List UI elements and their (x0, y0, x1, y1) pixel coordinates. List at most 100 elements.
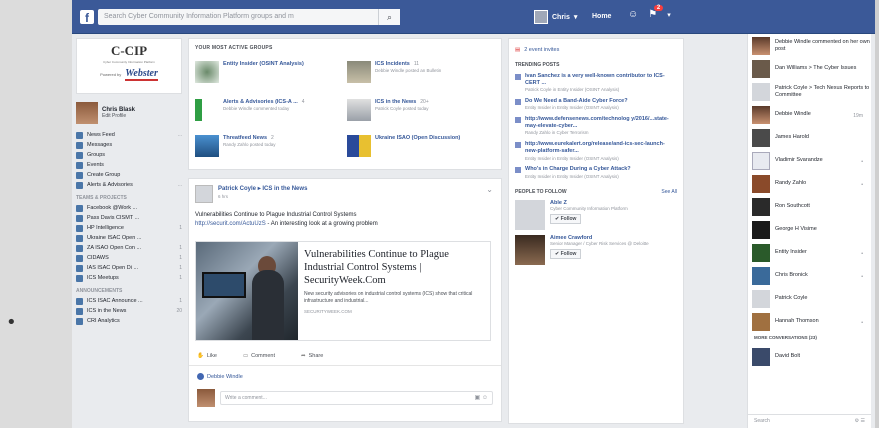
nav-item-team[interactable]: ZA ISAO Open Con ... 1 (76, 243, 182, 253)
post-inline-link[interactable]: http://securit.com/ActuUzS (195, 221, 266, 227)
nav-item-team[interactable]: Pass Davis CISMT ... (76, 213, 182, 223)
nav-item-create-group[interactable]: Create Group (76, 170, 182, 180)
settings-chevron-icon[interactable]: ▾ (667, 11, 671, 20)
search-icon[interactable]: ⌕ (378, 9, 400, 25)
group-card[interactable]: Entity Insider (OSINT Analysis) (195, 61, 345, 83)
group-count: 11 (413, 61, 420, 67)
see-all-link[interactable]: See All (661, 189, 677, 195)
chat-contact[interactable]: David Bolt (748, 345, 871, 368)
trend-title[interactable]: Do We Need a Band-Aide Cyber Force? (525, 98, 628, 105)
home-link[interactable]: Home (592, 13, 611, 20)
nav-item-announcement[interactable]: ICS in the News 20 (76, 306, 182, 316)
chat-name: Hannah Thomson (775, 318, 819, 325)
facebook-logo-icon[interactable]: f (80, 10, 94, 25)
nav-item-team[interactable]: CIDAWS 1 (76, 253, 182, 263)
trend-title[interactable]: Who's in Charge During a Cyber Attack? (525, 166, 631, 173)
follow-button[interactable]: ✔ Follow (550, 214, 582, 225)
chat-contact[interactable]: James Harold (748, 126, 871, 149)
calendar-icon: ▤ (515, 47, 521, 53)
nav-item-alerts[interactable]: Alerts & Advisories... (76, 180, 182, 190)
chat-contact[interactable]: Patrick Coyle (748, 287, 871, 310)
trend-title[interactable]: http://www.eurekalert.org/release/and-ic… (525, 141, 677, 155)
event-invites[interactable]: ▤ 2 event invites (515, 44, 677, 56)
liker-name[interactable]: Debbie Windle (207, 374, 243, 380)
chat-search-input[interactable]: Search ⚙ ☰ (748, 414, 871, 428)
nav-item-messages[interactable]: Messages (76, 140, 182, 150)
edit-profile-link[interactable]: Edit Profile (102, 113, 135, 119)
user-menu[interactable]: Chris ▾ (534, 9, 577, 25)
nav-item-team[interactable]: Facebook @Work ... (76, 203, 182, 213)
camera-icon[interactable]: ▣ ☺ (475, 394, 488, 401)
group-name[interactable]: ICS in the News 20+ (375, 99, 429, 105)
group-card[interactable]: Alerts & Advisories (ICS-A ... 4 Debbie Wi… (195, 99, 345, 121)
chat-contact[interactable]: Vladimir Svarandze • (748, 149, 871, 172)
group-card[interactable]: ICS Incidents 11 Debbie Windle posted an B… (347, 61, 497, 83)
post-time[interactable]: 6 hrs (218, 194, 307, 199)
post-likes[interactable]: Debbie Windle (197, 373, 243, 380)
chat-settings-icon[interactable]: ⚙ ☰ (855, 418, 865, 425)
trend-title[interactable]: Ivan Sanchez is a very well-known contri… (525, 73, 677, 87)
avatar (752, 220, 770, 239)
chat-contact[interactable]: George H Visime (748, 218, 871, 241)
nav-item-announcement[interactable]: CRI Analytics (76, 316, 182, 326)
avatar[interactable] (76, 102, 98, 124)
nav-item-groups[interactable]: Groups (76, 150, 182, 160)
link-preview-title[interactable]: Vulnerabilities Continue to Plague Indus… (304, 248, 484, 287)
chat-contact[interactable]: Ron Southcott (748, 195, 871, 218)
nav-item-team[interactable]: IAS ISAC Open Di ... 1 (76, 263, 182, 273)
nav-item-events[interactable]: Events (76, 160, 182, 170)
ticker-item[interactable]: Patrick Coyle > Tech Nexus Reports to Co… (748, 80, 871, 103)
ccip-logo[interactable]: C-CIP Cyber Community Information Platfo… (76, 38, 182, 94)
trending-post[interactable]: Ivan Sanchez is a very well-known contri… (515, 73, 677, 93)
author-name[interactable]: Patrick Coyle (218, 186, 256, 192)
chat-contact[interactable]: Randy Zahlo • (748, 172, 871, 195)
nav-item-team[interactable]: ICS Meetups 1 (76, 273, 182, 283)
group-name[interactable]: Alerts & Advisories (ICS-A ... 4 (223, 99, 305, 105)
like-button[interactable]: ✋ Like (197, 353, 217, 359)
nav-item-team[interactable]: HP Intelligence 1 (76, 223, 182, 233)
friends-icon[interactable]: ☺ (628, 9, 638, 20)
avatar (752, 243, 770, 262)
share-button[interactable]: ➦ Share (301, 353, 323, 359)
link-preview-image (196, 242, 298, 340)
comment-input[interactable]: Write a comment... ▣ ☺ (220, 391, 493, 405)
chat-contact[interactable]: Debbie Windle 19m (748, 103, 871, 126)
group-name[interactable]: Ukraine ISAO (Open Discussion) (375, 135, 460, 141)
trend-title[interactable]: http://www.defensenews.com/technolog y/2… (525, 116, 677, 130)
group-card[interactable]: ICS in the News 20+ Patrick Coyle posted t… (347, 99, 497, 121)
group-name[interactable]: ICS Incidents 11 (375, 61, 441, 67)
comment-button[interactable]: ▭ Comment (243, 353, 275, 359)
avatar (534, 10, 548, 24)
nav-label: ICS Meetups (87, 275, 119, 281)
notifications-icon[interactable]: ⚑ 2 (648, 5, 664, 20)
trending-post[interactable]: http://www.defensenews.com/technolog y/2… (515, 116, 677, 136)
more-conversations-heading[interactable]: MORE CONVERSATIONS (23) (748, 335, 871, 345)
avatar[interactable] (515, 200, 545, 231)
search-input[interactable]: Search Cyber Community Information Platf… (98, 9, 380, 25)
group-name[interactable]: Threatfeed News 2 (223, 135, 276, 141)
post-author[interactable]: Patrick Coyle ▸ ICS in the News (218, 185, 307, 192)
nav-item-news-feed[interactable]: News Feed... (76, 130, 182, 140)
chevron-down-icon[interactable]: ⌄ (486, 185, 493, 194)
trending-post[interactable]: http://www.eurekalert.org/release/and-ic… (515, 141, 677, 161)
ticker-item[interactable]: Dan Williams > The Cyber Issues (748, 57, 871, 80)
trending-post[interactable]: Do We Need a Band-Aide Cyber Force? Entit… (515, 98, 677, 111)
link-preview[interactable]: Vulnerabilities Continue to Plague Indus… (195, 241, 491, 341)
chat-contact[interactable]: Chris Bronick • (748, 264, 871, 287)
nav-item-team[interactable]: Ukraine ISAC Open ... (76, 233, 182, 243)
group-card[interactable]: Ukraine ISAO (Open Discussion) (347, 135, 497, 157)
group-card[interactable]: Threatfeed News 2 Randy Zahlo posted today (195, 135, 345, 157)
event-invites-label[interactable]: 2 event invites (524, 47, 559, 53)
group-name[interactable]: Entity Insider (OSINT Analysis) (223, 61, 304, 67)
avatar[interactable] (195, 185, 213, 203)
nav-count: 20 (176, 308, 182, 314)
follow-button[interactable]: ✔ Follow (550, 249, 582, 260)
avatar[interactable] (515, 235, 545, 266)
post-group[interactable]: ICS in the News (262, 186, 307, 192)
chat-contact[interactable]: Entity Insider • (748, 241, 871, 264)
nav-item-announcement[interactable]: ICS ISAC Announce ... 1 (76, 296, 182, 306)
profile-summary[interactable]: Chris Blask Edit Profile (76, 102, 182, 124)
ticker-item[interactable]: Debbie Windle commented on her own post (748, 34, 871, 57)
chat-contact[interactable]: Hannah Thomson • (748, 310, 871, 333)
trending-post[interactable]: Who's in Charge During a Cyber Attack? En… (515, 166, 677, 179)
